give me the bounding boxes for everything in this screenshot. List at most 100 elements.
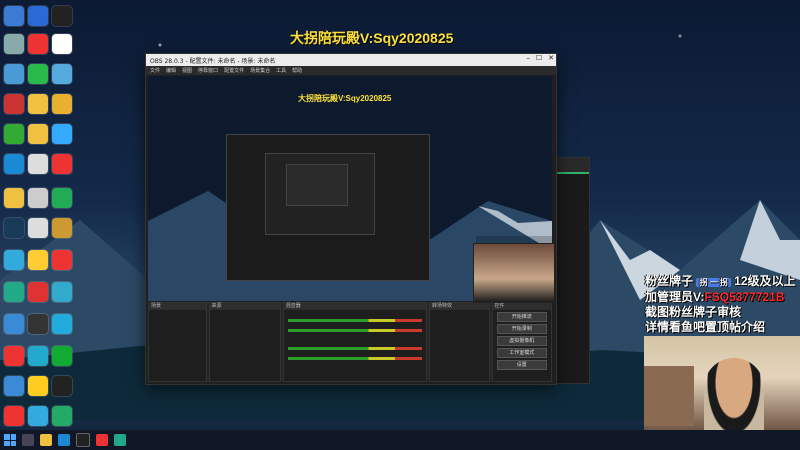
app-icon[interactable] [52,376,72,396]
recycle-bin-icon[interactable] [4,34,24,54]
desktop-icons [0,0,75,430]
app-icon[interactable] [4,406,24,426]
obs-titlebar[interactable]: OBS 28.0.3 - 配置文件: 未命名 - 场景: 未命名 – ☐ ✕ [146,54,556,66]
app-icon[interactable] [4,282,24,302]
app-icon[interactable] [52,124,72,144]
audio-mixer-dock[interactable]: 混音器 [282,302,428,382]
app-icon[interactable] [52,314,72,334]
window-titlebar[interactable] [556,158,589,174]
fan-line-1-suffix: 12级及以上 [734,274,796,288]
game-icon[interactable] [4,94,24,114]
start-recording-button[interactable]: 开始录制 [496,324,547,334]
menu-file[interactable]: 文件 [150,67,160,74]
app-icon[interactable] [28,314,48,334]
file-explorer-icon[interactable] [40,434,52,446]
transitions-dock[interactable]: 转场特效 [429,302,490,382]
app-icon[interactable] [52,282,72,302]
fan-badge-overlay: 粉丝牌子 拐 一 拐 12级及以上 加管理员V:FSQ5377721B 截图粉丝… [645,274,800,335]
obs-taskbar-icon[interactable] [76,433,90,447]
menu-tools[interactable]: 工具 [276,67,286,74]
controls-dock[interactable]: 控件 开始推流 开始录制 虚拟摄像机 工作室模式 设置 [491,302,552,382]
security-icon[interactable] [28,6,48,26]
sources-dock-header: 来源 [209,303,280,310]
app-icon[interactable] [4,250,24,270]
settings-button[interactable]: 设置 [496,360,547,370]
obs-menubar: 文件 编辑 视图 停靠窗口 配置文件 场景集合 工具 帮助 [146,66,556,75]
audio-meter [287,347,423,350]
menu-help[interactable]: 帮助 [292,67,302,74]
app-icon[interactable] [52,218,72,238]
fan-badge: 拐 一 拐 [696,278,731,287]
menu-scene-collection[interactable]: 场景集合 [250,67,270,74]
virtual-camera-button[interactable]: 虚拟摄像机 [496,336,547,346]
audio-meter [287,357,423,360]
studio-mode-button[interactable]: 工作室模式 [496,348,547,358]
edge-icon[interactable] [4,154,24,174]
fan-line-3: 截图粉丝牌子审核 [645,305,742,319]
maximize-icon[interactable]: ☐ [536,54,542,62]
app-icon[interactable] [4,376,24,396]
google-icon[interactable] [52,34,72,54]
app-icon[interactable] [28,406,48,426]
webcam-background-shelf [644,366,694,426]
menu-edit[interactable]: 编辑 [166,67,176,74]
folder-icon[interactable] [28,94,48,114]
app-icon[interactable] [52,154,72,174]
webcam-feed [644,336,800,440]
fan-line-2-prefix: 加管理员V: [645,290,705,304]
background-app-window[interactable] [555,157,590,384]
steam-icon[interactable] [4,218,24,238]
transitions-dock-header: 转场特效 [430,303,489,310]
taskbar [0,430,800,450]
nested-obs-preview [226,134,430,281]
app-taskbar-icon[interactable] [96,434,108,446]
app-icon[interactable] [52,6,72,26]
computer-icon[interactable] [4,6,24,26]
app-icon[interactable] [28,250,48,270]
file-icon[interactable] [28,188,48,208]
fan-line-1: 粉丝牌子 拐 一 拐 12级及以上 [645,274,800,290]
streamer-image [704,358,764,440]
edge-icon[interactable] [58,434,70,446]
obs-window[interactable]: OBS 28.0.3 - 配置文件: 未命名 - 场景: 未命名 – ☐ ✕ 文… [145,53,557,385]
app-icon[interactable] [4,346,24,366]
app-icon[interactable] [52,188,72,208]
menu-docks[interactable]: 停靠窗口 [198,67,218,74]
folder-icon[interactable] [4,188,24,208]
controls-dock-header: 控件 [492,303,551,310]
audio-meter [287,319,423,322]
app-icon[interactable] [28,376,48,396]
close-icon[interactable]: ✕ [548,54,554,62]
app-taskbar-icon[interactable] [114,434,126,446]
menu-view[interactable]: 视图 [182,67,192,74]
preview-banner-text: 大拐陪玩殿V:Sqy2020825 [298,94,392,103]
app-icon[interactable] [52,406,72,426]
audio-meter [287,329,423,332]
app-icon[interactable] [52,250,72,270]
app-icon[interactable] [52,94,72,114]
nested-obs-preview-deep [286,164,348,206]
minimize-icon[interactable]: – [526,54,530,62]
task-view-icon[interactable] [22,434,34,446]
app-icon[interactable] [28,346,48,366]
wechat-icon[interactable] [28,64,48,84]
menu-profile[interactable]: 配置文件 [224,67,244,74]
windows-start-icon[interactable] [4,434,16,446]
file-icon[interactable] [28,218,48,238]
folder-icon[interactable] [28,124,48,144]
app-icon[interactable] [52,346,72,366]
scenes-dock[interactable]: 场景 [148,302,207,382]
fan-line-2: 加管理员V:FSQ5377721B [645,290,800,305]
audio-mixer-dock-header: 混音器 [283,303,427,310]
nvidia-icon[interactable] [4,124,24,144]
stream-banner-text: 大拐陪玩殿V:Sqy2020825 [290,30,454,46]
app-icon[interactable] [4,314,24,334]
app-icon[interactable] [28,282,48,302]
app-icon[interactable] [52,64,72,84]
netease-icon[interactable] [28,34,48,54]
start-streaming-button[interactable]: 开始推流 [496,312,547,322]
sources-dock[interactable]: 来源 [208,302,281,382]
file-icon[interactable] [28,154,48,174]
obs-docks: 场景 来源 混音器 转场特效 控件 开始推流 开始录制 虚拟摄像机 工作室模式 … [148,302,552,382]
monitor-icon[interactable] [4,64,24,84]
